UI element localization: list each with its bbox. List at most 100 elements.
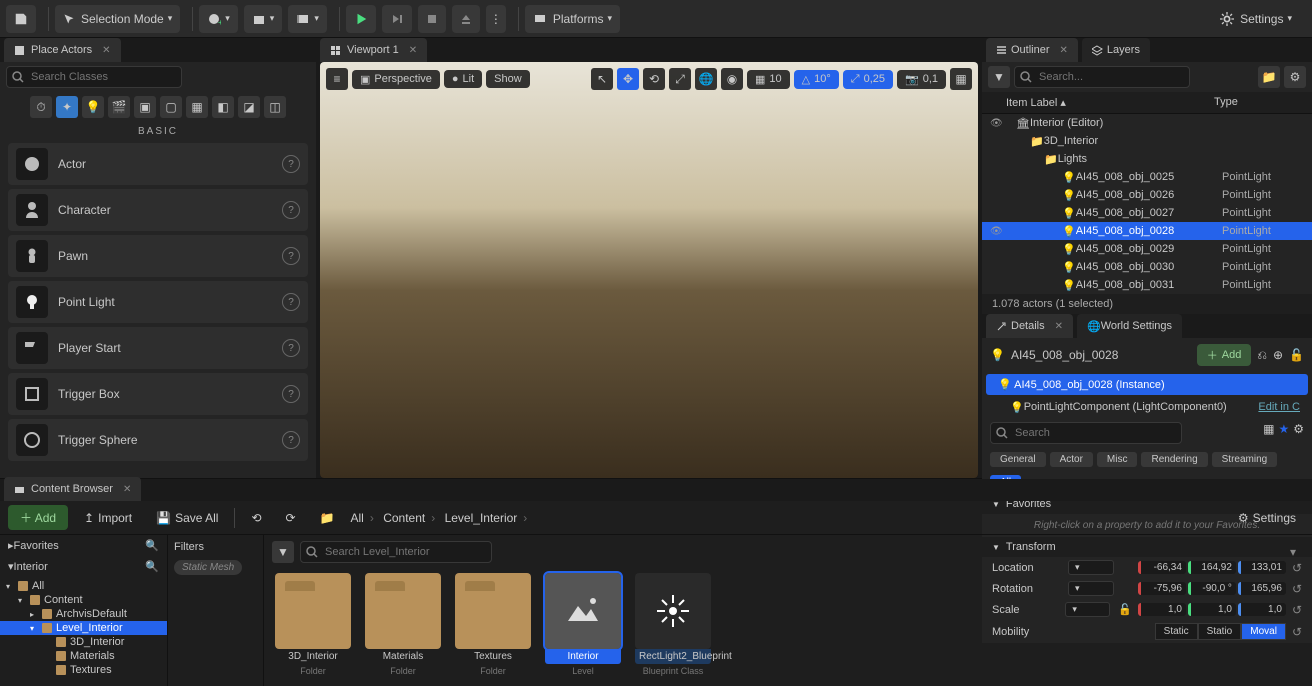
asset-blueprint[interactable]: RectLight2_BlueprintBlueprint Class	[632, 573, 714, 682]
close-icon[interactable]: ✕	[1055, 321, 1063, 332]
asset-level[interactable]: InteriorLevel	[542, 573, 624, 682]
add-content-button[interactable]: +▾	[199, 5, 238, 33]
outliner-row-selected[interactable]: 👁💡 AI45_008_obj_0028PointLight	[982, 222, 1312, 240]
filter-icon[interactable]: ▼	[272, 541, 294, 563]
geometry-icon[interactable]: ◧	[212, 96, 234, 118]
info-icon[interactable]: ?	[282, 155, 300, 173]
step-button[interactable]	[382, 5, 412, 33]
save-icon[interactable]	[6, 5, 36, 33]
play-button[interactable]	[346, 5, 376, 33]
settings-button[interactable]: Settings ▾	[1212, 5, 1300, 33]
add-component-button[interactable]: ＋ Add	[1197, 344, 1252, 366]
gear-icon[interactable]: ⚙	[1284, 66, 1306, 88]
tab-world-settings[interactable]: 🌐 World Settings	[1077, 314, 1182, 338]
search-classes-input[interactable]	[6, 66, 182, 88]
search-icon[interactable]: 🔍	[145, 539, 159, 552]
tab-details[interactable]: Details ✕	[986, 314, 1073, 338]
eject-button[interactable]	[452, 5, 480, 33]
tab-viewport[interactable]: Viewport 1 ✕	[320, 38, 427, 62]
column-item-label[interactable]: Item Label ▴	[1006, 96, 1214, 109]
crumb-content[interactable]: Content	[383, 511, 425, 525]
select-tool-icon[interactable]: ↖	[591, 68, 613, 90]
cb-settings-button[interactable]: ⚙ Settings	[1230, 507, 1304, 529]
filter-rendering[interactable]: Rendering	[1141, 452, 1207, 467]
component-row[interactable]: 💡 PointLightComponent (LightComponent0) …	[982, 397, 1312, 418]
search-icon[interactable]: 🔍	[145, 560, 159, 573]
show-button[interactable]: Show	[486, 70, 530, 88]
history-fwd-icon[interactable]: ⟳	[278, 507, 304, 529]
move-tool-icon[interactable]: ✥	[617, 68, 639, 90]
info-icon[interactable]: ?	[282, 339, 300, 357]
tab-place-actors[interactable]: Place Actors ✕	[4, 38, 121, 62]
locate-icon[interactable]: ⊕	[1273, 348, 1283, 362]
asset-folder[interactable]: MaterialsFolder	[362, 573, 444, 682]
close-icon[interactable]: ✕	[102, 45, 110, 56]
actor-item[interactable]: Trigger Box?	[8, 373, 308, 415]
basic-icon[interactable]: ✦	[56, 96, 78, 118]
gear-icon[interactable]: ⚙	[1293, 422, 1304, 444]
instance-row[interactable]: 💡 AI45_008_obj_0028 (Instance)	[986, 374, 1308, 395]
info-icon[interactable]: ?	[282, 201, 300, 219]
actor-item[interactable]: Actor?	[8, 143, 308, 185]
project-header[interactable]: Interior	[14, 561, 48, 573]
all-icon[interactable]: ▦	[186, 96, 208, 118]
filter-chip-static-mesh[interactable]: Static Mesh	[174, 560, 242, 575]
filter-misc[interactable]: Misc	[1097, 452, 1138, 467]
info-icon[interactable]: ?	[282, 247, 300, 265]
stop-button[interactable]	[418, 5, 446, 33]
cinematic-icon[interactable]: 🎬	[108, 96, 130, 118]
details-search-input[interactable]	[990, 422, 1182, 444]
lit-button[interactable]: ●Lit	[444, 70, 482, 88]
viewport[interactable]: ≡ ▣Perspective ●Lit Show ↖ ✥ ⟲ ⤢ 🌐 ◉ ▦ 1…	[320, 62, 978, 478]
platforms-button[interactable]: Platforms ▾	[525, 5, 620, 33]
favorites-header[interactable]: Favorites	[14, 540, 59, 552]
world-local-icon[interactable]: 🌐	[695, 68, 717, 90]
star-icon[interactable]: ★	[1278, 422, 1289, 444]
lights-icon[interactable]: 💡	[82, 96, 104, 118]
tab-outliner[interactable]: Outliner ✕	[986, 38, 1078, 62]
grid-snap-button[interactable]: ▦ 10	[747, 70, 790, 89]
play-options-button[interactable]: ⋮	[486, 5, 506, 33]
browse-icon[interactable]: ⎌	[1257, 348, 1267, 363]
crumb-level[interactable]: Level_Interior	[445, 511, 518, 525]
lock-icon[interactable]: 🔓	[1289, 348, 1304, 362]
actor-item[interactable]: Pawn?	[8, 235, 308, 277]
viewport-menu-icon[interactable]: ≡	[326, 68, 348, 90]
actor-item[interactable]: Trigger Sphere?	[8, 419, 308, 461]
selection-mode-button[interactable]: Selection Mode ▾	[55, 5, 180, 33]
tab-layers[interactable]: Layers	[1082, 38, 1150, 62]
filter-actor[interactable]: Actor	[1050, 452, 1093, 467]
tree-selected[interactable]: ▾Level_Interior	[0, 621, 167, 635]
new-folder-icon[interactable]: 📁	[1258, 66, 1280, 88]
other1-icon[interactable]: ◪	[238, 96, 260, 118]
grid-view-icon[interactable]: ▦	[1263, 422, 1274, 444]
info-icon[interactable]: ?	[282, 385, 300, 403]
cinematics-button[interactable]: ▾	[288, 5, 327, 33]
asset-folder[interactable]: 3D_InteriorFolder	[272, 573, 354, 682]
filter-general[interactable]: General	[990, 452, 1046, 467]
actor-item[interactable]: Player Start?	[8, 327, 308, 369]
asset-folder[interactable]: TexturesFolder	[452, 573, 534, 682]
actor-item[interactable]: Character?	[8, 189, 308, 231]
tab-content-browser[interactable]: Content Browser ✕	[4, 477, 141, 501]
close-icon[interactable]: ✕	[409, 45, 417, 56]
recent-icon[interactable]: ⏱	[30, 96, 52, 118]
history-back-icon[interactable]: ⟲	[243, 507, 269, 529]
close-icon[interactable]: ✕	[123, 484, 131, 495]
scale-tool-icon[interactable]: ⤢	[669, 68, 691, 90]
info-icon[interactable]: ?	[282, 431, 300, 449]
folder-icon[interactable]: 📁	[312, 507, 343, 529]
info-icon[interactable]: ?	[282, 293, 300, 311]
cb-save-all-button[interactable]: 💾 Save All	[148, 507, 226, 529]
chevron-down-icon[interactable]: ▾	[1290, 545, 1296, 559]
rotate-tool-icon[interactable]: ⟲	[643, 68, 665, 90]
visual-icon[interactable]: ▣	[134, 96, 156, 118]
edit-in-c-link[interactable]: Edit in C	[1258, 401, 1300, 414]
cb-add-button[interactable]: ＋ Add	[8, 505, 68, 530]
surface-snap-icon[interactable]: ◉	[721, 68, 743, 90]
perspective-button[interactable]: ▣Perspective	[352, 70, 440, 89]
angle-snap-button[interactable]: △ 10°	[794, 70, 839, 89]
filter-streaming[interactable]: Streaming	[1212, 452, 1278, 467]
close-icon[interactable]: ✕	[1060, 45, 1068, 56]
volumes-icon[interactable]: ▢	[160, 96, 182, 118]
